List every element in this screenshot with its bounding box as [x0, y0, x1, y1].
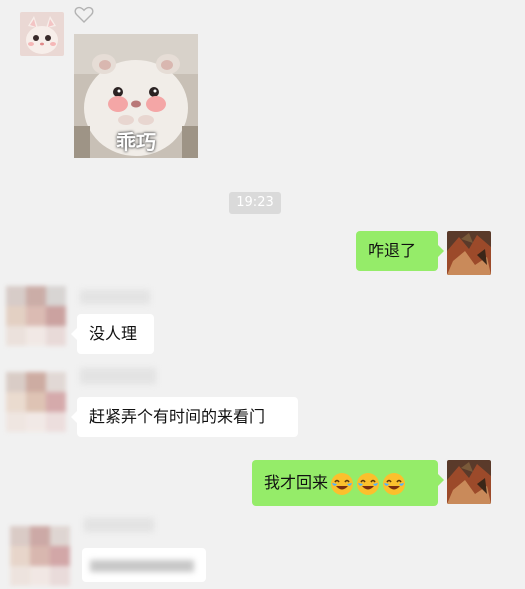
hamster-sticker[interactable]: 乖巧 — [74, 34, 198, 158]
contact-name-blurred — [84, 518, 154, 532]
message-incoming[interactable]: 赶紧弄个有时间的来看门 — [71, 397, 298, 437]
avatar-self[interactable] — [447, 231, 491, 275]
avatar-contact[interactable] — [10, 526, 70, 586]
timestamp: 19:23 — [229, 192, 281, 214]
laughing-crying-emoji-icon — [357, 472, 380, 495]
message-outgoing[interactable]: 咋退了 — [356, 231, 444, 271]
avatar-contact[interactable] — [6, 372, 66, 432]
message-incoming[interactable]: 没人理 — [71, 314, 154, 354]
avatar-contact[interactable] — [6, 286, 66, 346]
contact-name-blurred — [80, 290, 150, 304]
laughing-crying-emoji-icon — [331, 472, 354, 495]
message-incoming-blurred[interactable] — [82, 548, 206, 582]
message-text: 我才回来 — [264, 473, 329, 492]
sticker-caption: 乖巧 — [116, 130, 156, 154]
message-outgoing[interactable]: 我才回来 — [252, 460, 444, 506]
avatar-cat[interactable] — [20, 12, 64, 56]
laughing-crying-emoji-icon — [383, 472, 406, 495]
contact-name-blurred — [80, 368, 156, 384]
avatar-self[interactable] — [447, 460, 491, 504]
blurred-text — [90, 560, 194, 572]
heart-icon[interactable] — [74, 6, 94, 24]
